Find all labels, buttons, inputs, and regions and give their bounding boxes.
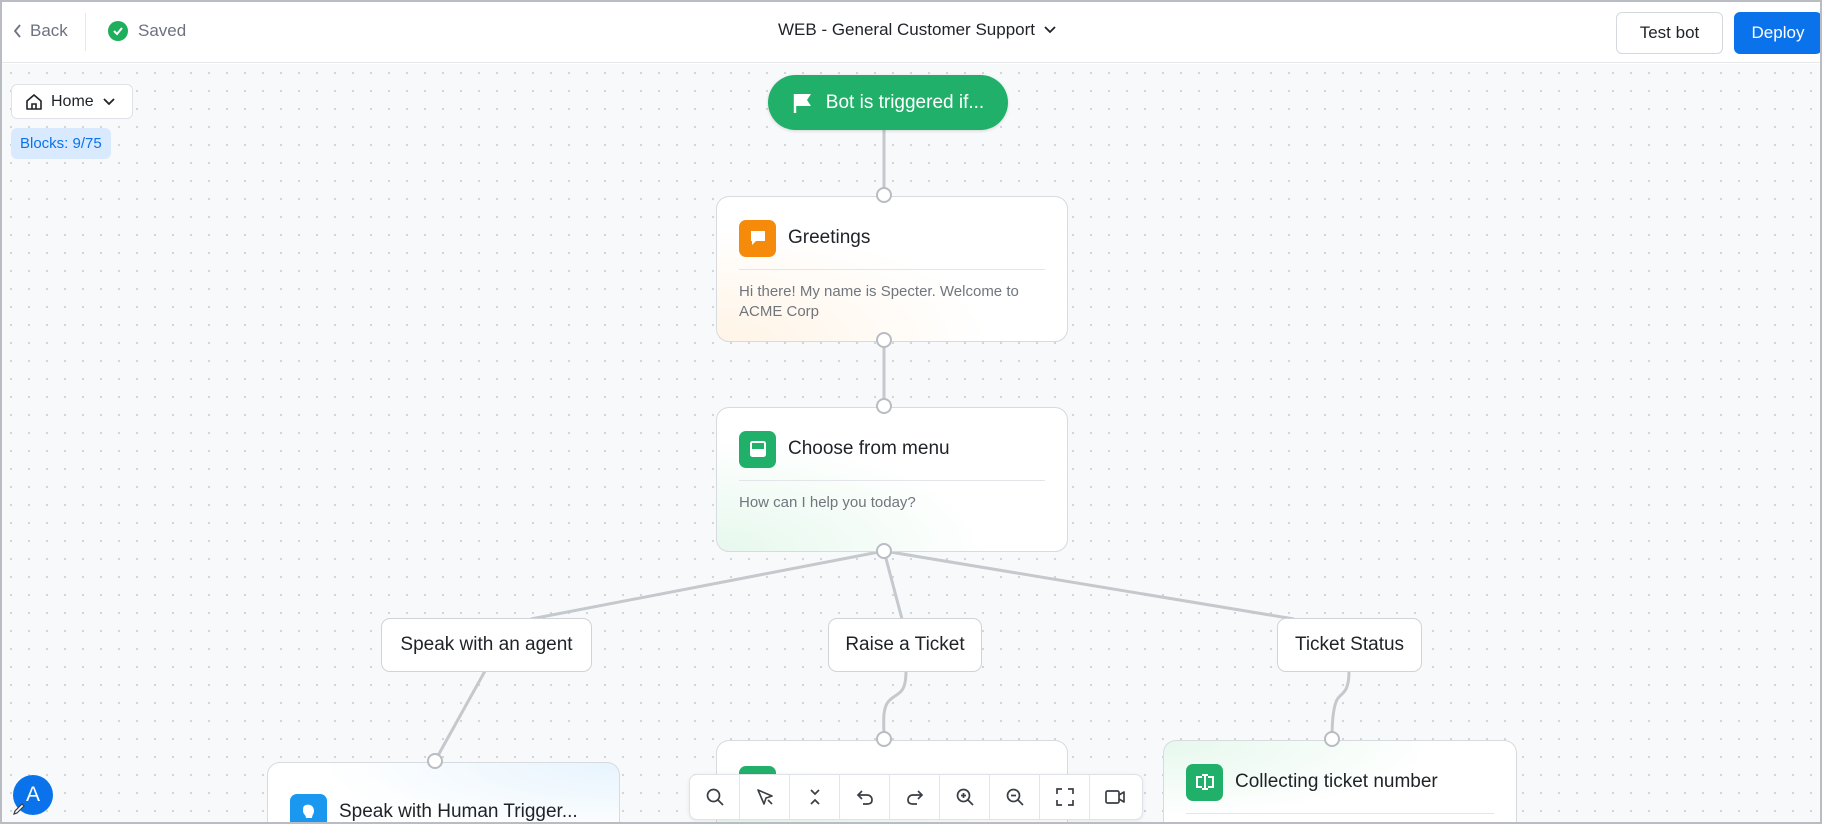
trigger-label: Bot is triggered if...	[825, 91, 985, 113]
node-message: How can I help you today?	[739, 494, 916, 511]
header-divider	[85, 13, 86, 51]
port[interactable]	[876, 543, 892, 559]
speak-human-node[interactable]: Speak with Human Trigger...	[267, 762, 620, 822]
bot-title-dropdown[interactable]: WEB - General Customer Support	[778, 20, 1057, 40]
port[interactable]	[1324, 731, 1340, 747]
back-button[interactable]: Back	[12, 21, 68, 41]
collect-ticket-node[interactable]: Collecting ticket number	[1163, 740, 1517, 822]
deploy-button[interactable]: Deploy	[1734, 12, 1820, 54]
blocks-count-badge: Blocks: 9/75	[11, 128, 111, 159]
saved-status: Saved	[108, 21, 186, 41]
port[interactable]	[876, 187, 892, 203]
chevron-down-icon	[103, 97, 115, 105]
node-title: Choose from menu	[788, 438, 950, 459]
node-header: Speak with Human Trigger...	[290, 793, 597, 822]
chevron-down-icon	[1044, 26, 1056, 34]
zoom-in-icon[interactable]	[940, 775, 990, 819]
check-circle-icon	[108, 21, 128, 41]
node-title: Greetings	[788, 227, 871, 248]
pencil-icon	[13, 803, 25, 815]
test-bot-button[interactable]: Test bot	[1616, 12, 1723, 54]
node-header: Greetings	[739, 219, 1045, 257]
option-raise-ticket[interactable]: Raise a Ticket	[828, 618, 982, 672]
port[interactable]	[876, 731, 892, 747]
zoom-out-icon[interactable]	[990, 775, 1040, 819]
node-header: Collecting ticket number	[1186, 763, 1494, 801]
bot-title: WEB - General Customer Support	[778, 20, 1035, 39]
node-divider	[739, 269, 1045, 270]
home-icon	[26, 93, 42, 110]
video-icon[interactable]	[1090, 775, 1140, 819]
saved-label: Saved	[138, 21, 187, 40]
home-label: Home	[51, 92, 94, 110]
node-divider	[1186, 813, 1494, 814]
port[interactable]	[427, 753, 443, 769]
canvas-toolbar	[689, 774, 1143, 820]
redo-icon[interactable]	[890, 775, 940, 819]
search-icon[interactable]	[690, 775, 740, 819]
speaking-head-icon	[290, 793, 327, 822]
chat-bubble-icon	[739, 219, 776, 257]
node-header: Choose from menu	[739, 430, 1045, 468]
trigger-node[interactable]: Bot is triggered if...	[768, 75, 1008, 130]
fit-screen-icon[interactable]	[1040, 775, 1090, 819]
home-dropdown[interactable]: Home	[11, 84, 133, 119]
top-bar: Back Saved WEB - General Customer Suppor…	[2, 2, 1820, 63]
node-title: Collecting ticket number	[1235, 771, 1438, 792]
port[interactable]	[876, 332, 892, 348]
option-speak-agent[interactable]: Speak with an agent	[381, 618, 592, 672]
node-divider	[739, 480, 1045, 481]
greetings-node[interactable]: Greetings Hi there! My name is Specter. …	[716, 196, 1068, 342]
magic-select-icon[interactable]	[740, 775, 790, 819]
back-label: Back	[30, 21, 68, 40]
menu-card-icon	[739, 430, 776, 468]
undo-icon[interactable]	[840, 775, 890, 819]
node-title: Speak with Human Trigger...	[339, 801, 578, 822]
flag-icon	[793, 93, 811, 113]
option-ticket-status[interactable]: Ticket Status	[1277, 618, 1422, 672]
collapse-icon[interactable]	[790, 775, 840, 819]
app-frame: Back Saved WEB - General Customer Suppor…	[0, 0, 1822, 824]
chevron-left-icon	[13, 24, 21, 38]
choose-menu-node[interactable]: Choose from menu How can I help you toda…	[716, 407, 1068, 552]
port[interactable]	[876, 398, 892, 414]
node-message: Hi there! My name is Specter. Welcome to…	[739, 283, 1019, 320]
text-cursor-icon	[1186, 763, 1223, 801]
